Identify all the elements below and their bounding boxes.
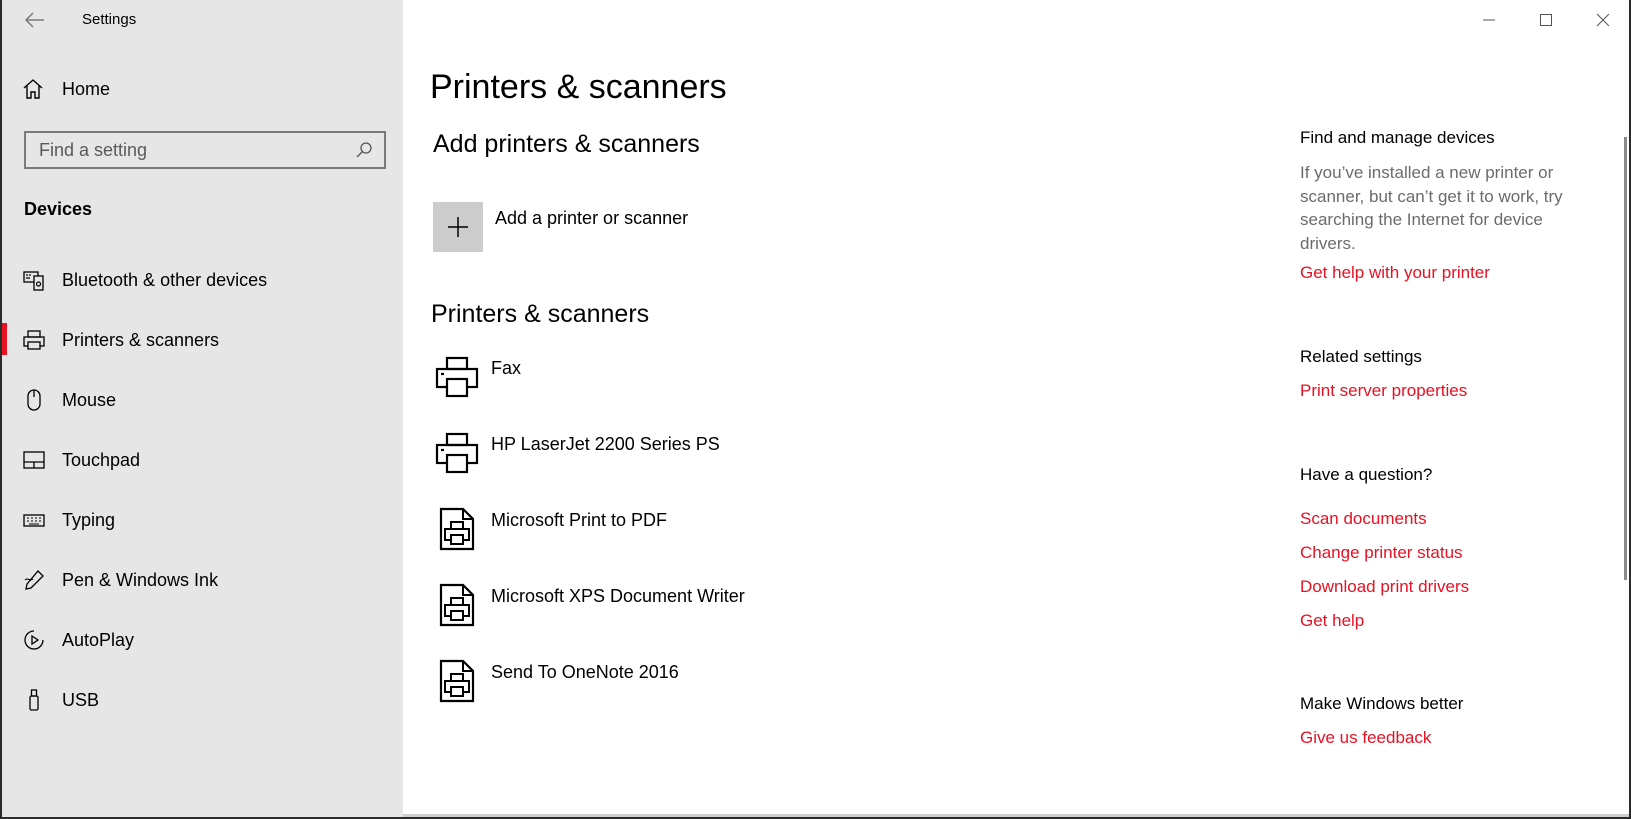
search-icon[interactable]	[354, 140, 374, 160]
home-icon	[23, 79, 43, 99]
nav-label-pen: Pen & Windows Ink	[62, 569, 219, 590]
make-windows-better-title: Make Windows better	[1300, 694, 1464, 713]
mouse-icon	[27, 389, 41, 411]
add-printer-button[interactable]: Add a printer or scanner	[433, 202, 688, 252]
autoplay-icon	[24, 630, 44, 650]
back-arrow-icon	[24, 12, 44, 28]
printer-item-print-to-pdf[interactable]: Microsoft Print to PDF	[433, 507, 1133, 583]
bluetooth-devices-icon	[23, 271, 44, 291]
printer-item-xps-writer[interactable]: Microsoft XPS Document Writer	[433, 583, 1133, 659]
scan-documents-link[interactable]: Scan documents	[1300, 509, 1427, 529]
printer-name: Microsoft Print to PDF	[491, 510, 668, 530]
close-button[interactable]	[1574, 0, 1631, 40]
page-title: Printers & scanners	[430, 68, 727, 106]
touchpad-icon	[23, 451, 45, 469]
printer-icon	[435, 356, 479, 398]
printer-name: Fax	[491, 358, 522, 378]
home-nav-item[interactable]: Home	[22, 78, 110, 100]
nav-item-usb[interactable]: USB	[2, 670, 403, 730]
maximize-button[interactable]	[1517, 0, 1574, 40]
close-icon	[1596, 13, 1609, 27]
search-input[interactable]	[26, 138, 354, 162]
change-printer-status-link[interactable]: Change printer status	[1300, 543, 1463, 563]
nav-label-usb: USB	[62, 689, 100, 710]
add-printer-label: Add a printer or scanner	[495, 208, 689, 228]
window-controls	[1460, 0, 1631, 40]
find-devices-title: Find and manage devices	[1300, 128, 1495, 147]
nav-item-touchpad[interactable]: Touchpad	[2, 430, 403, 490]
printer-name: HP LaserJet 2200 Series PS	[491, 434, 720, 454]
printers-section-title: Printers & scanners	[431, 300, 650, 328]
usb-icon	[29, 689, 39, 711]
document-printer-icon	[439, 507, 475, 551]
minimize-icon	[1482, 19, 1495, 21]
document-printer-icon	[439, 659, 475, 703]
printer-name: Microsoft XPS Document Writer	[491, 586, 745, 606]
printer-item-hp-laserjet[interactable]: HP LaserJet 2200 Series PS	[433, 431, 1133, 507]
printer-item-onenote[interactable]: Send To OneNote 2016	[433, 659, 1133, 735]
nav-item-typing[interactable]: Typing	[2, 490, 403, 550]
pen-icon	[24, 570, 44, 590]
find-devices-desc: If you’ve installed a new printer or sca…	[1300, 163, 1563, 253]
plus-icon	[448, 217, 468, 237]
nav-item-autoplay[interactable]: AutoPlay	[2, 610, 403, 670]
get-help-link[interactable]: Get help	[1300, 611, 1364, 631]
printer-help-link[interactable]: Get help with your printer	[1300, 263, 1490, 283]
nav-label-touchpad: Touchpad	[62, 449, 141, 470]
search-box[interactable]	[24, 131, 386, 169]
printer-icon	[23, 330, 45, 350]
printer-name: Send To OneNote 2016	[491, 662, 679, 682]
nav-label-printers: Printers & scanners	[62, 329, 220, 350]
nav-item-pen[interactable]: Pen & Windows Ink	[2, 550, 403, 610]
add-box[interactable]	[433, 202, 483, 252]
scrollbar[interactable]	[1624, 137, 1627, 580]
printer-item-fax[interactable]: Fax	[433, 355, 1133, 431]
keyboard-icon	[23, 514, 45, 527]
print-server-properties-link[interactable]: Print server properties	[1300, 381, 1467, 401]
home-label: Home	[62, 78, 111, 99]
give-feedback-link[interactable]: Give us feedback	[1300, 728, 1431, 748]
nav-label-bluetooth: Bluetooth & other devices	[62, 269, 268, 290]
nav-item-bluetooth[interactable]: Bluetooth & other devices	[2, 250, 403, 310]
question-title: Have a question?	[1300, 465, 1433, 484]
nav-item-printers[interactable]: Printers & scanners	[2, 310, 403, 370]
nav-label-typing: Typing	[62, 509, 116, 530]
add-section-title: Add printers & scanners	[433, 130, 700, 158]
document-printer-icon	[439, 583, 475, 627]
sidebar: Settings Home Devices Bluetooth & other …	[0, 0, 403, 819]
category-heading: Devices	[24, 199, 93, 219]
nav-label-autoplay: AutoPlay	[62, 629, 135, 650]
download-print-drivers-link[interactable]: Download print drivers	[1300, 577, 1469, 597]
related-settings-title: Related settings	[1300, 347, 1422, 366]
nav-item-mouse[interactable]: Mouse	[2, 370, 403, 430]
nav-label-mouse: Mouse	[62, 389, 117, 410]
app-title: Settings	[82, 11, 137, 28]
nav-list: Bluetooth & other devices Printers & sca…	[2, 250, 403, 730]
minimize-button[interactable]	[1460, 0, 1517, 40]
printer-list: Fax HP LaserJet 2200 Series PS Microsoft…	[433, 355, 1133, 735]
maximize-icon	[1539, 14, 1552, 26]
printer-icon	[435, 432, 479, 474]
back-button[interactable]	[20, 8, 48, 32]
